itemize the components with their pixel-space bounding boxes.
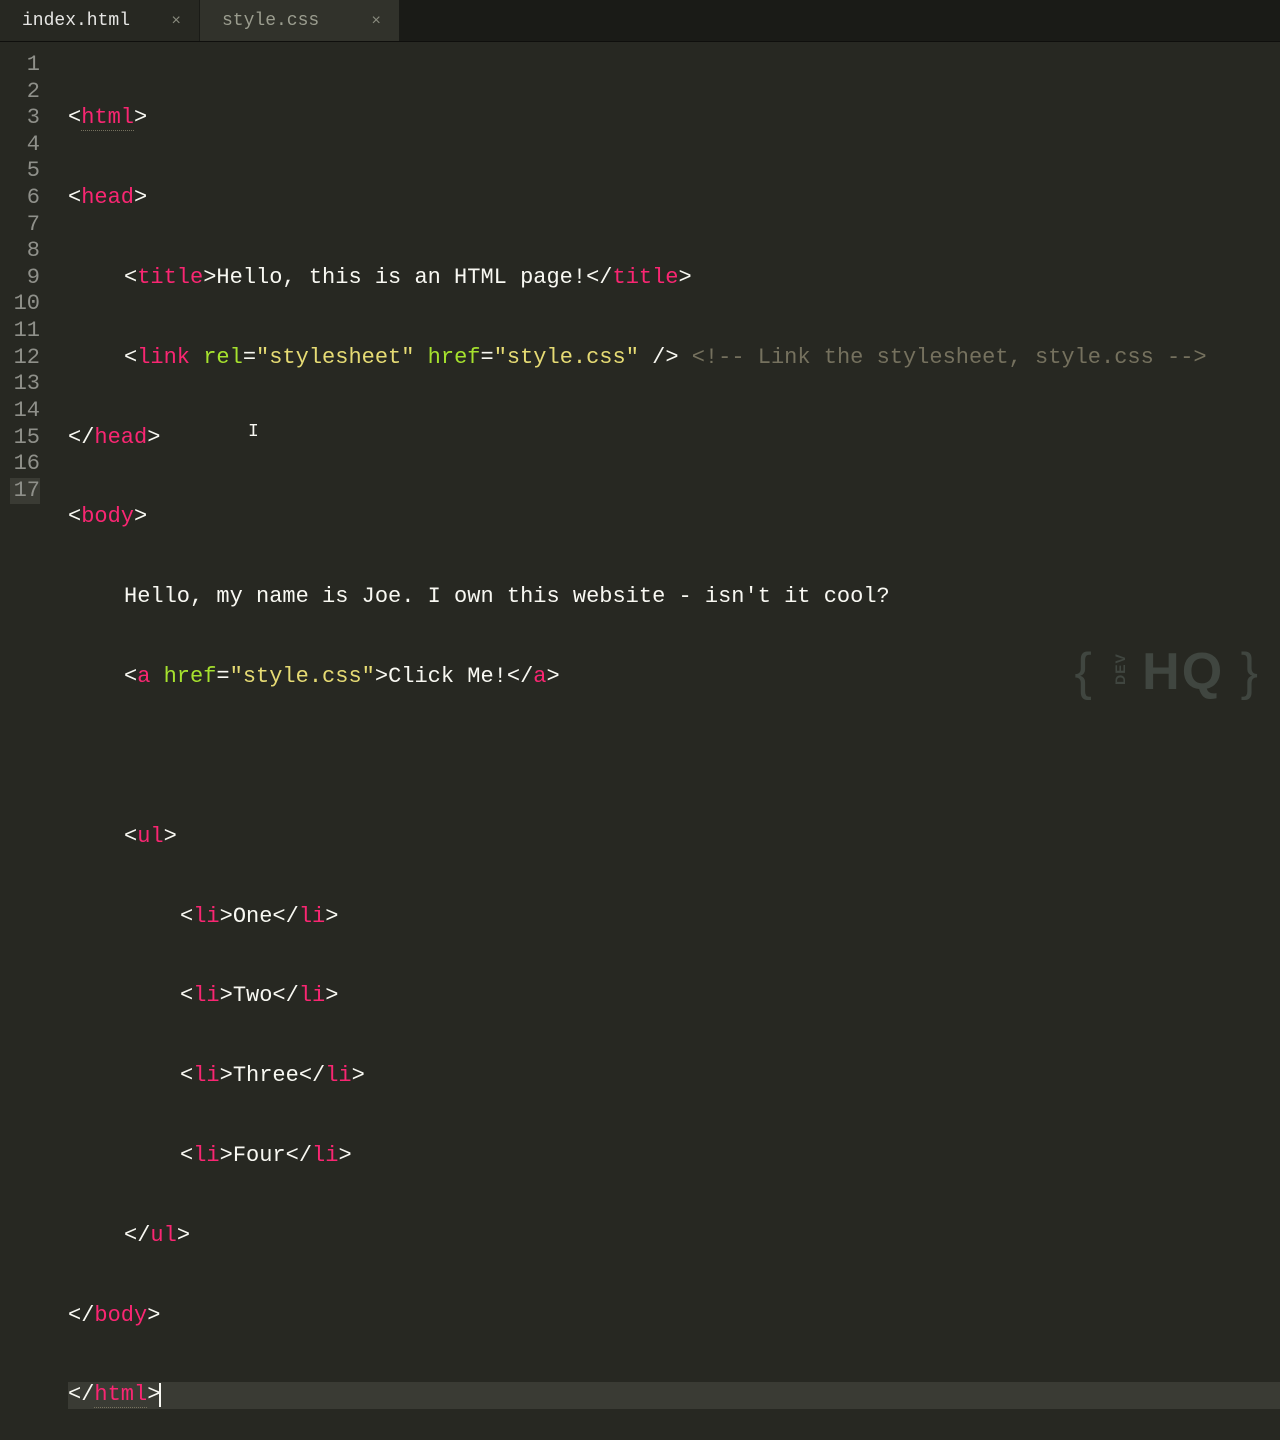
code-line: <li>Three</li> bbox=[68, 1063, 1280, 1090]
code-line: <li>Two</li> bbox=[68, 983, 1280, 1010]
code-line bbox=[68, 744, 1280, 771]
code-line: </ul> bbox=[68, 1223, 1280, 1250]
mouse-text-cursor: I bbox=[248, 422, 249, 446]
line-gutter: 1234567891011121314151617 bbox=[0, 42, 56, 720]
code-line: <body> bbox=[68, 504, 1280, 531]
tab-label: style.css bbox=[222, 11, 319, 31]
code-area[interactable]: <html> <head> <title>Hello, this is an H… bbox=[56, 42, 1280, 720]
code-line: </html> bbox=[68, 1382, 1280, 1409]
tab-bar: index.html × style.css × bbox=[0, 0, 1280, 42]
close-icon[interactable]: × bbox=[351, 12, 381, 30]
editor: 1234567891011121314151617 <html> <head> … bbox=[0, 42, 1280, 720]
tab-index-html[interactable]: index.html × bbox=[0, 0, 200, 41]
watermark-logo: { DEVHQ } bbox=[1075, 642, 1260, 702]
code-line: <html> bbox=[68, 105, 1280, 132]
code-line: Hello, my name is Joe. I own this websit… bbox=[68, 584, 1280, 611]
code-line: <title>Hello, this is an HTML page!</tit… bbox=[68, 265, 1280, 292]
code-line: <ul> bbox=[68, 824, 1280, 851]
text-cursor bbox=[159, 1383, 161, 1407]
tab-style-css[interactable]: style.css × bbox=[200, 0, 400, 41]
code-line: </body> bbox=[68, 1303, 1280, 1330]
tab-label: index.html bbox=[22, 11, 130, 31]
code-line: <li>One</li> bbox=[68, 904, 1280, 931]
code-line: <li>Four</li> bbox=[68, 1143, 1280, 1170]
close-icon[interactable]: × bbox=[151, 12, 181, 30]
code-line: <link rel="stylesheet" href="style.css" … bbox=[68, 345, 1280, 372]
code-line: <head> bbox=[68, 185, 1280, 212]
